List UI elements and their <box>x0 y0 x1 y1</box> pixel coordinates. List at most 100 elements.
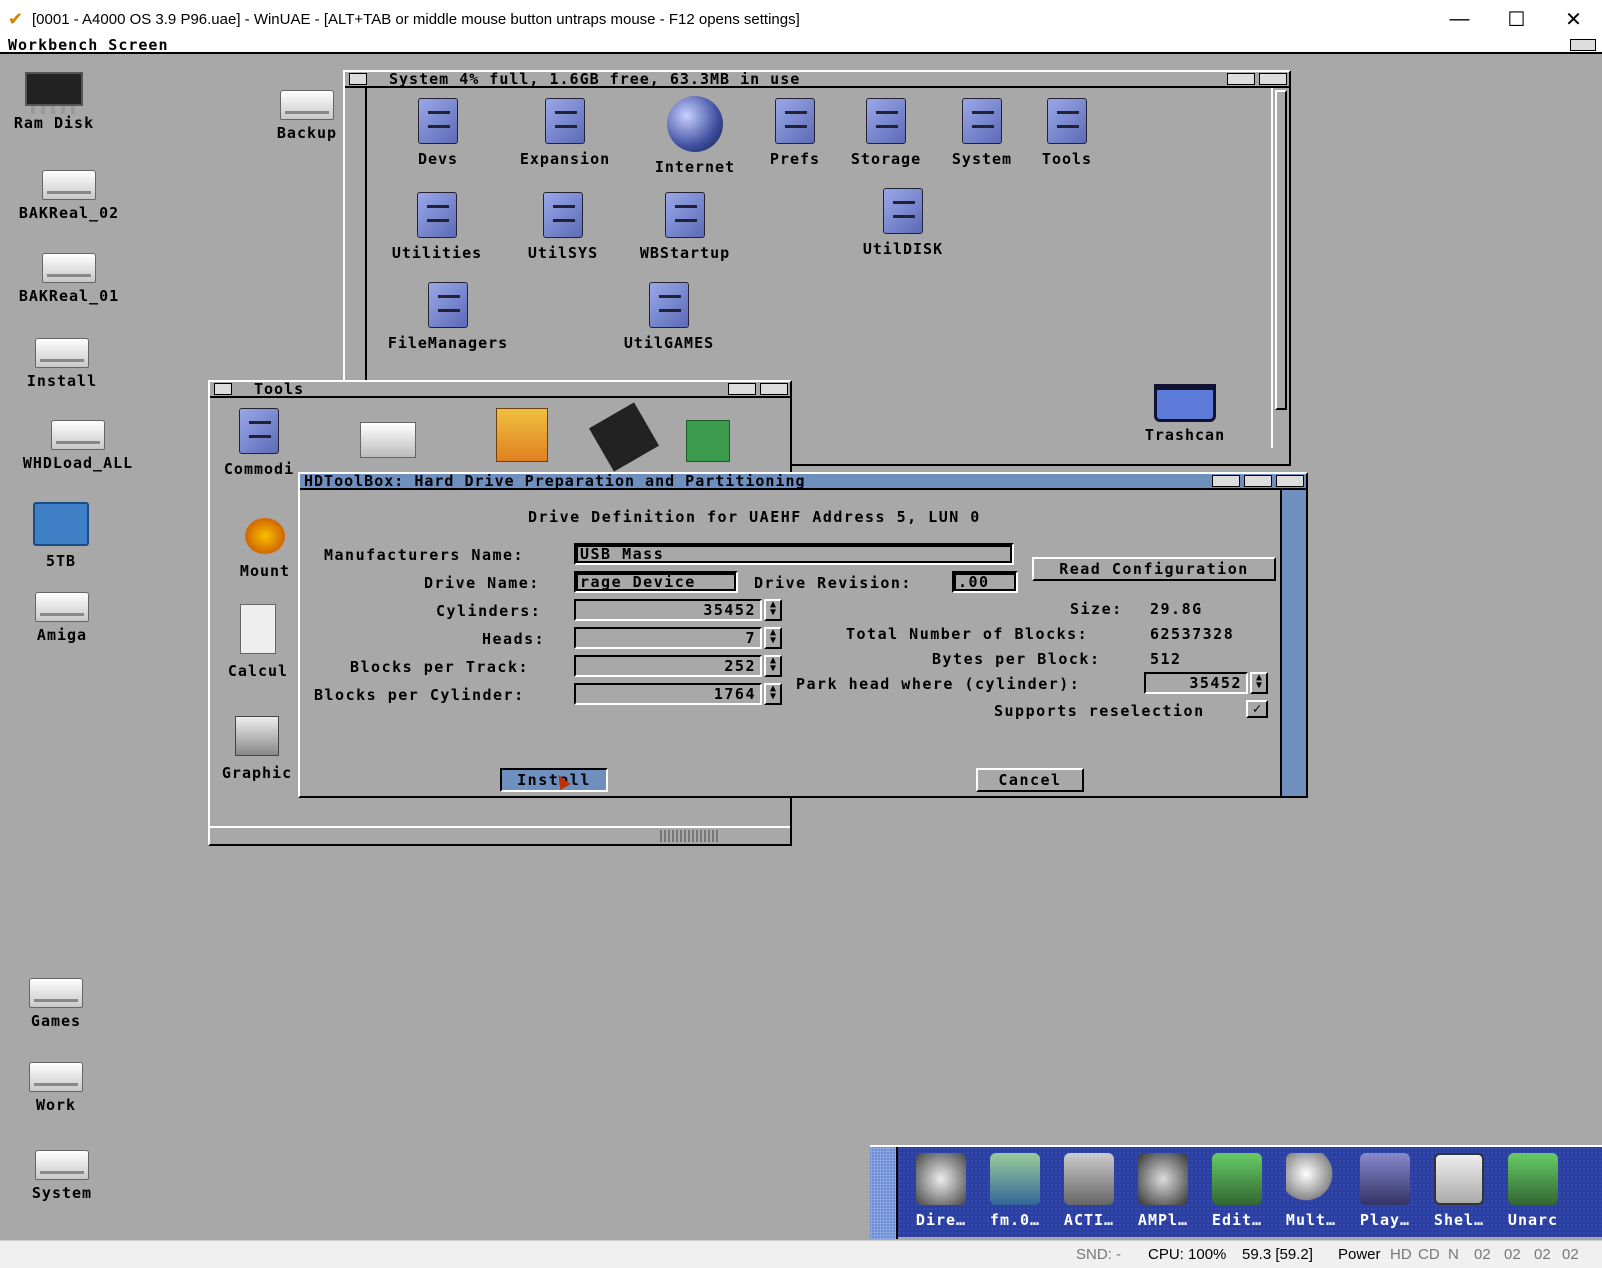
system-window-title-bar[interactable]: System 4% full, 1.6GB free, 63.3MB in us… <box>345 72 1289 88</box>
tool-calculator[interactable]: Calcul <box>218 604 298 680</box>
dock-bar[interactable]: Dire… fm.0… ACTI… AMPl… Edit… Mult… Play… <box>870 1145 1602 1239</box>
dock-item-acti[interactable]: ACTI… <box>1052 1153 1126 1229</box>
maximize-button[interactable]: ☐ <box>1488 0 1545 38</box>
depth-gadget[interactable] <box>1259 73 1287 85</box>
package-icon[interactable] <box>496 408 548 462</box>
drive-revision-field[interactable]: .00 <box>952 571 1018 593</box>
depth-gadget[interactable] <box>1276 475 1304 487</box>
5tb-icon[interactable]: 5TB <box>16 502 106 570</box>
backup-icon[interactable]: Backup <box>262 90 352 142</box>
tool-mount[interactable]: Mount <box>230 518 300 580</box>
screen-depth-gadget[interactable] <box>1570 39 1596 51</box>
bakreal02-label: BAKReal_02 <box>18 204 120 222</box>
vertical-scrollbar[interactable] <box>1271 88 1289 448</box>
close-gadget[interactable] <box>349 73 367 85</box>
cd-led: CD <box>1418 1246 1440 1263</box>
df1-status: 02 <box>1504 1246 1521 1263</box>
zoom-gadget[interactable] <box>728 383 756 395</box>
blocks-per-cylinder-field[interactable]: 1764 <box>574 683 762 705</box>
folder-filemanagers[interactable]: FileManagers <box>373 282 523 352</box>
folder-internet[interactable]: Internet <box>635 96 755 176</box>
install-icon[interactable]: Install <box>12 338 112 390</box>
zoom-gadget[interactable] <box>1212 475 1240 487</box>
tool-label: Commodi <box>223 460 295 478</box>
minimize-button[interactable]: — <box>1431 0 1488 38</box>
amiga-icon[interactable]: Amiga <box>12 592 112 644</box>
dock-label: fm.0… <box>989 1211 1041 1229</box>
blocks-per-track-field[interactable]: 252 <box>574 655 762 677</box>
dock-item-unarc[interactable]: Unarc <box>1496 1153 1570 1229</box>
blocks-per-track-stepper[interactable]: ▲ ▼ <box>764 655 782 677</box>
dock-item-fm[interactable]: fm.0… <box>978 1153 1052 1229</box>
filemanager-icon <box>990 1153 1040 1205</box>
folder-utildisk[interactable]: UtilDISK <box>853 188 953 258</box>
folder-label: Utilities <box>391 244 483 262</box>
cylinders-stepper[interactable]: ▲ ▼ <box>764 599 782 621</box>
work-icon[interactable]: Work <box>6 1062 106 1114</box>
dock-label: Edit… <box>1211 1211 1263 1229</box>
cylinders-field[interactable]: 35452 <box>574 599 762 621</box>
folder-wbstartup[interactable]: WBStartup <box>625 192 745 262</box>
hdtoolbox-icon[interactable] <box>360 422 416 458</box>
whdload-icon[interactable]: WHDLoad_ALL <box>4 420 152 472</box>
ram-disk-icon[interactable]: Ram Disk <box>4 72 104 132</box>
dock-item-edit[interactable]: Edit… <box>1200 1153 1274 1229</box>
tools-window-title-bar[interactable]: Tools <box>210 382 790 398</box>
close-gadget[interactable] <box>214 383 232 395</box>
iconify-gadget[interactable] <box>1244 475 1272 487</box>
folder-expansion[interactable]: Expansion <box>505 98 625 168</box>
tool-graphicdump[interactable]: Graphic <box>214 716 300 782</box>
folder-tools[interactable]: Tools <box>1027 98 1107 168</box>
fps-status: 59.3 [59.2] <box>1242 1246 1313 1263</box>
read-configuration-button[interactable]: Read Configuration <box>1032 557 1276 581</box>
heads-field[interactable]: 7 <box>574 627 762 649</box>
sound-status: SND: - <box>1076 1246 1121 1263</box>
cube-icon[interactable] <box>686 420 730 462</box>
manufacturer-field[interactable]: USB Mass <box>574 543 1014 565</box>
dock-handle[interactable] <box>870 1147 898 1239</box>
folder-system[interactable]: System <box>937 98 1027 168</box>
vertical-scroll-knob[interactable] <box>1275 90 1287 410</box>
system-disk-icon[interactable]: System <box>12 1150 112 1202</box>
cancel-button[interactable]: Cancel <box>976 768 1084 792</box>
card-icon[interactable] <box>588 402 660 472</box>
scroll-knob[interactable] <box>660 830 720 842</box>
host-title-bar[interactable]: ✔ [0001 - A4000 OS 3.9 P96.uae] - WinUAE… <box>0 0 1602 38</box>
chip-icon <box>25 72 83 114</box>
dock-item-shell[interactable]: Shel… <box>1422 1153 1496 1229</box>
folder-devs[interactable]: Devs <box>395 98 481 168</box>
dock-item-ampl[interactable]: AMPl… <box>1126 1153 1200 1229</box>
park-head-stepper[interactable]: ▲ ▼ <box>1250 672 1268 694</box>
depth-gadget[interactable] <box>760 383 788 395</box>
dock-item-play[interactable]: Play… <box>1348 1153 1422 1229</box>
trashcan-icon[interactable]: Trashcan <box>1130 384 1240 444</box>
bakreal02-icon[interactable]: BAKReal_02 <box>4 170 134 222</box>
blocks-per-cylinder-stepper[interactable]: ▲ ▼ <box>764 683 782 705</box>
zoom-gadget[interactable] <box>1227 73 1255 85</box>
dock-item-mult[interactable]: Mult… <box>1274 1153 1348 1229</box>
horizontal-scrollbar[interactable] <box>210 826 790 844</box>
drive-name-field[interactable]: rage Device <box>574 571 738 593</box>
df2-status: 02 <box>1534 1246 1551 1263</box>
drive-icon <box>29 978 83 1008</box>
heads-stepper[interactable]: ▲ ▼ <box>764 627 782 649</box>
hdtoolbox-dialog[interactable]: HDToolBox: Hard Drive Preparation and Pa… <box>298 472 1308 798</box>
tool-commodities[interactable]: Commodi <box>214 408 304 478</box>
folder-storage[interactable]: Storage <box>841 98 931 168</box>
bakreal01-icon[interactable]: BAKReal_01 <box>4 253 134 305</box>
drawer-icon <box>649 282 689 328</box>
games-icon[interactable]: Games <box>6 978 106 1030</box>
folder-utilsys[interactable]: UtilSYS <box>513 192 613 262</box>
folder-utilities[interactable]: Utilities <box>377 192 497 262</box>
dialog-title-bar[interactable]: HDToolBox: Hard Drive Preparation and Pa… <box>300 474 1306 490</box>
drive-icon <box>29 1062 83 1092</box>
folder-prefs[interactable]: Prefs <box>755 98 835 168</box>
park-head-field[interactable]: 35452 <box>1144 672 1248 694</box>
left-scroll-strip <box>345 88 367 388</box>
close-button[interactable]: ✕ <box>1545 0 1602 38</box>
supports-reselection-checkbox[interactable]: ✓ <box>1246 700 1268 718</box>
dock-item-directory-opus[interactable]: Dire… <box>904 1153 978 1229</box>
folder-utilgames[interactable]: UtilGAMES <box>609 282 729 352</box>
workbench-screen-bar[interactable]: Workbench Screen <box>0 38 1602 54</box>
drive-icon <box>42 170 96 200</box>
